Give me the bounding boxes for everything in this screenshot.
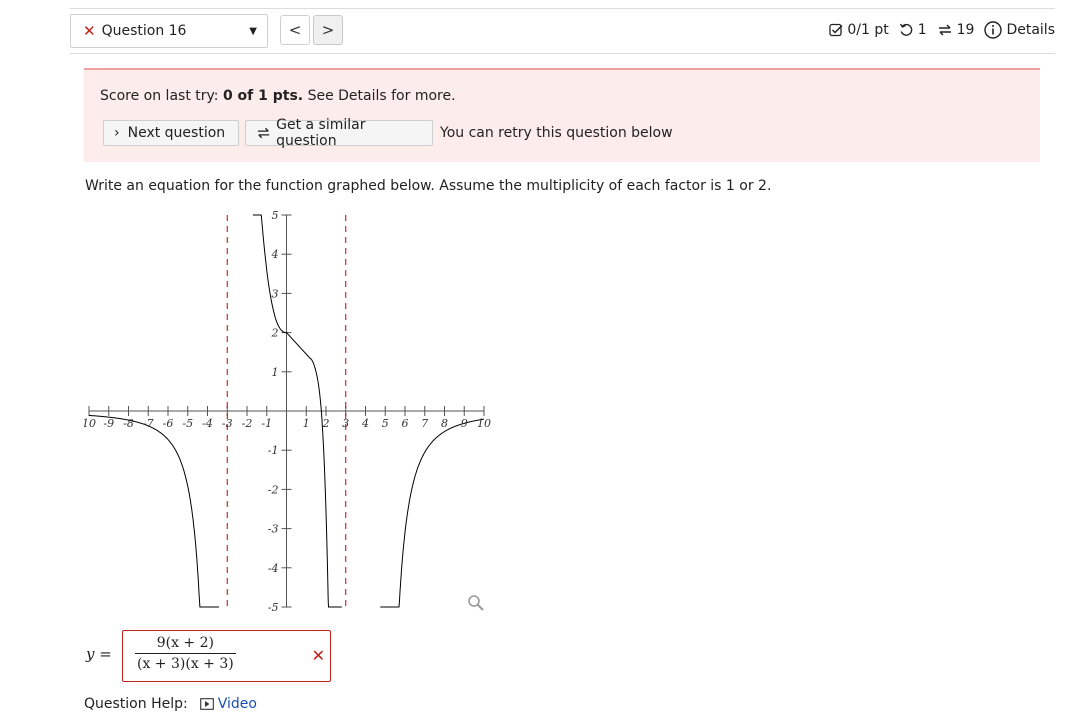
next-question-label: Next question xyxy=(127,125,226,141)
x-tick-label: 3 xyxy=(342,417,349,430)
y-tick-label: -5 xyxy=(268,601,279,614)
x-tick-label: -4 xyxy=(202,417,213,430)
incorrect-mark-icon: ✕ xyxy=(311,646,325,665)
y-tick-label: -2 xyxy=(268,483,279,496)
x-tick-label: 9 xyxy=(461,417,468,430)
next-question-arrow-button[interactable]: > xyxy=(313,15,343,45)
x-tick-label: 4 xyxy=(361,417,369,430)
x-tick-label: 7 xyxy=(421,417,428,430)
y-tick-label: -3 xyxy=(268,523,279,536)
y-tick-label: 3 xyxy=(272,287,279,300)
x-tick-label: -3 xyxy=(222,417,233,430)
question-help-label: Question Help: xyxy=(84,696,188,712)
retries-count: 1 xyxy=(917,22,927,38)
answer-label: y = xyxy=(86,645,112,663)
question-select[interactable]: ✕ Question 16 ▼ xyxy=(70,14,268,48)
score-prefix: Score on last try: xyxy=(100,88,223,104)
x-tick-label: -6 xyxy=(163,417,174,430)
similar-question-label: Get a similar question xyxy=(276,117,366,149)
question-help: Question Help: Video xyxy=(84,696,257,712)
chevron-left-icon: < xyxy=(288,21,302,39)
score-message: Score on last try: 0 of 1 pts. See Detai… xyxy=(100,88,456,104)
question-stats: 0/1 pt 1 19 Details xyxy=(829,21,1055,39)
swap-icon xyxy=(257,127,270,139)
details-button[interactable]: Details xyxy=(984,21,1055,39)
y-tick-label: 4 xyxy=(271,248,279,261)
info-icon xyxy=(984,21,1003,39)
score-alert: Score on last try: 0 of 1 pts. See Detai… xyxy=(84,68,1040,162)
question-prompt: Write an equation for the function graph… xyxy=(85,178,772,194)
retry-icon xyxy=(899,23,913,36)
right-branch-curve xyxy=(380,418,484,608)
swap-icon xyxy=(938,24,951,36)
similar-stat: 19 xyxy=(937,22,975,38)
score-suffix: See Details for more. xyxy=(303,88,456,104)
checkbox-icon xyxy=(829,23,843,37)
video-label: Video xyxy=(217,696,257,712)
points-stat: 0/1 pt xyxy=(829,22,889,38)
caret-down-icon: ▼ xyxy=(249,25,257,37)
question-label: Question 16 xyxy=(101,23,187,39)
zoom-icon[interactable] xyxy=(467,594,485,612)
x-tick-label: -9 xyxy=(103,417,114,430)
play-icon xyxy=(199,698,214,710)
similar-count: 19 xyxy=(956,22,975,38)
x-tick-label: 8 xyxy=(441,417,448,430)
x-tick-label: -8 xyxy=(123,417,134,430)
video-link[interactable]: Video xyxy=(199,696,257,712)
answer-fraction: 9(x + 2) (x + 3)(x + 3) xyxy=(135,635,236,672)
score-value: 0 of 1 pts. xyxy=(222,88,304,104)
x-tick-label: 10 xyxy=(477,417,491,430)
x-tick-label: -7 xyxy=(143,417,154,430)
retry-text: You can retry this question below xyxy=(440,125,673,141)
y-tick-label: 2 xyxy=(271,327,279,340)
y-tick-label: 5 xyxy=(272,210,279,222)
question-toolbar: ✕ Question 16 ▼ < > 0/1 pt 1 19 Details xyxy=(70,8,1055,54)
x-tick-label: 1 xyxy=(303,417,310,430)
x-tick-label: 6 xyxy=(402,417,409,430)
y-tick-label: 1 xyxy=(272,366,279,379)
x-tick-label: -2 xyxy=(242,417,253,430)
left-branch-curve xyxy=(88,414,219,608)
answer-denominator: (x + 3)(x + 3) xyxy=(137,656,234,672)
chevron-right-icon: > xyxy=(321,21,335,39)
retries-stat: 1 xyxy=(899,22,927,38)
y-tick-label: -4 xyxy=(268,562,279,575)
x-tick-label: 2 xyxy=(322,417,330,430)
next-question-button[interactable]: › Next question xyxy=(103,120,239,146)
previous-question-button[interactable]: < xyxy=(280,15,310,45)
chevron-right-icon: › xyxy=(114,125,120,141)
answer-numerator: 9(x + 2) xyxy=(156,635,214,651)
y-tick-label: -1 xyxy=(268,444,279,457)
points-text: 0/1 pt xyxy=(847,22,889,38)
similar-question-button[interactable]: Get a similar question xyxy=(245,117,433,149)
answer-input[interactable]: 9(x + 2) (x + 3)(x + 3) ✕ xyxy=(122,630,331,682)
x-tick-label: -5 xyxy=(182,417,193,430)
x-tick-label: -1 xyxy=(261,417,272,430)
x-tick-label: 10 xyxy=(84,417,96,430)
details-label: Details xyxy=(1006,22,1055,38)
x-tick-label: 5 xyxy=(382,417,389,430)
incorrect-icon: ✕ xyxy=(83,22,96,40)
function-graph: 10-9-8-7-6-5-4-3-2-11234567891054321-1-2… xyxy=(84,210,491,614)
